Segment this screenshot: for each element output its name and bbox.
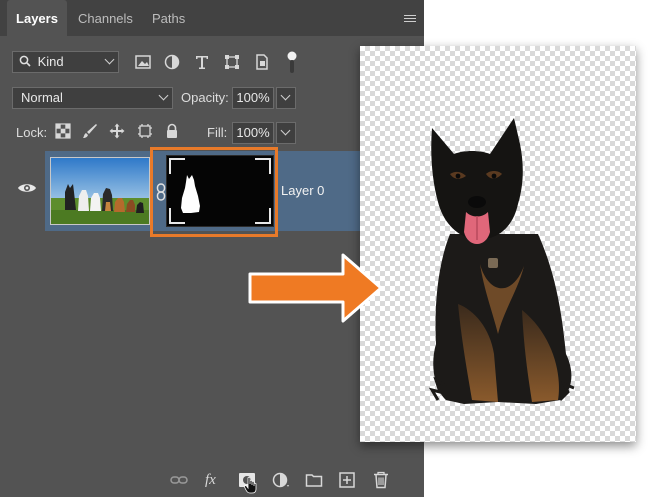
link-layers-icon[interactable] bbox=[170, 471, 188, 489]
tab-channels[interactable]: Channels bbox=[78, 0, 133, 36]
new-layer-icon[interactable] bbox=[338, 471, 356, 489]
lock-all-icon[interactable] bbox=[164, 123, 180, 139]
fill-dropdown-button[interactable] bbox=[276, 122, 296, 144]
layer-thumbnail[interactable] bbox=[50, 157, 150, 225]
chevron-down-icon bbox=[104, 54, 115, 65]
smart-object-filter-icon[interactable] bbox=[253, 53, 271, 71]
blend-mode-label: Normal bbox=[21, 90, 63, 105]
chevron-down-icon bbox=[280, 90, 291, 101]
trash-icon[interactable] bbox=[372, 471, 390, 489]
cursor-hand-icon bbox=[244, 476, 257, 494]
opacity-input[interactable]: 100% bbox=[232, 87, 274, 109]
layer-name-label: Layer 0 bbox=[281, 183, 325, 198]
panel-menu-icon[interactable] bbox=[404, 15, 416, 24]
panel-tab-bar: Layers Channels Paths bbox=[0, 0, 424, 36]
lock-artboard-icon[interactable] bbox=[137, 123, 153, 139]
filter-kind-select[interactable]: Kind bbox=[12, 51, 119, 73]
panel-bottom-toolbar: fx bbox=[0, 462, 424, 497]
search-icon bbox=[19, 55, 31, 67]
filter-toggle-icon[interactable] bbox=[287, 51, 297, 75]
lock-label: Lock: bbox=[16, 125, 48, 140]
tab-layers[interactable]: Layers bbox=[7, 0, 67, 36]
dogs-photo-thumbnail bbox=[51, 158, 149, 224]
chevron-down-icon bbox=[280, 125, 291, 136]
adjustment-layer-icon[interactable] bbox=[271, 471, 289, 489]
layer-mask-thumbnail[interactable] bbox=[166, 155, 274, 227]
fx-icon[interactable]: fx bbox=[205, 471, 227, 489]
pixel-layer-filter-icon[interactable] bbox=[134, 53, 152, 71]
dog-silhouette-mask bbox=[181, 175, 200, 213]
canvas-preview bbox=[360, 46, 636, 442]
visibility-eye-icon[interactable] bbox=[17, 181, 37, 195]
chevron-down-icon bbox=[158, 90, 169, 101]
filter-kind-label: Kind bbox=[37, 54, 64, 69]
folder-icon[interactable] bbox=[305, 471, 323, 489]
fill-label: Fill: bbox=[207, 125, 228, 140]
lock-position-icon[interactable] bbox=[109, 123, 125, 139]
shape-layer-filter-icon[interactable] bbox=[223, 53, 241, 71]
blend-mode-select[interactable]: Normal bbox=[12, 87, 173, 109]
type-layer-filter-icon[interactable] bbox=[193, 53, 211, 71]
tab-paths[interactable]: Paths bbox=[152, 0, 185, 36]
lock-image-pixels-icon[interactable] bbox=[82, 123, 98, 139]
lock-transparent-pixels-icon[interactable] bbox=[55, 123, 71, 139]
adjustment-layer-filter-icon[interactable] bbox=[163, 53, 181, 71]
arrow-right-icon bbox=[248, 253, 383, 323]
masked-dog-image bbox=[428, 118, 575, 404]
fill-input[interactable]: 100% bbox=[232, 122, 274, 144]
opacity-dropdown-button[interactable] bbox=[276, 87, 296, 109]
opacity-label: Opacity: bbox=[181, 90, 229, 105]
